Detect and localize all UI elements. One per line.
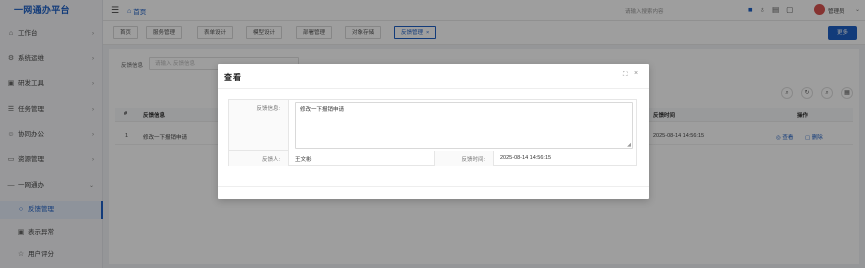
- person-label: 反馈人:: [261, 157, 280, 163]
- divider: [218, 88, 649, 89]
- person-value: 王文彬: [295, 157, 312, 163]
- dialog-title: 查看: [224, 73, 242, 82]
- feedback-label: 反馈信息:: [256, 106, 280, 112]
- divider: [218, 186, 649, 187]
- close-icon[interactable]: ×: [634, 70, 638, 77]
- time-label-cell: 反馈时间:: [434, 151, 494, 166]
- resize-handle-icon[interactable]: ◢: [627, 142, 631, 148]
- feedback-textarea[interactable]: 修改一下报销申请 ◢: [295, 102, 633, 149]
- time-value: 2025-08-14 14:56:15: [500, 155, 552, 161]
- feedback-value: 修改一下报销申请: [300, 107, 345, 113]
- detail-form: 反馈信息: 修改一下报销申请 ◢ 反馈人: 王文彬 反馈时间: 2025-08-…: [228, 99, 637, 166]
- view-dialog: 查看 ⛶ × 反馈信息: 修改一下报销申请 ◢ 反馈人: 王文彬 反馈时间: 2…: [218, 64, 649, 199]
- feedback-label-cell: 反馈信息:: [229, 100, 289, 151]
- person-label-cell: 反馈人:: [229, 151, 289, 166]
- time-label: 反馈时间:: [461, 157, 485, 163]
- detail-row: 反馈人: 王文彬 反馈时间: 2025-08-14 14:56:15: [229, 151, 638, 166]
- maximize-icon[interactable]: ⛶: [623, 71, 628, 79]
